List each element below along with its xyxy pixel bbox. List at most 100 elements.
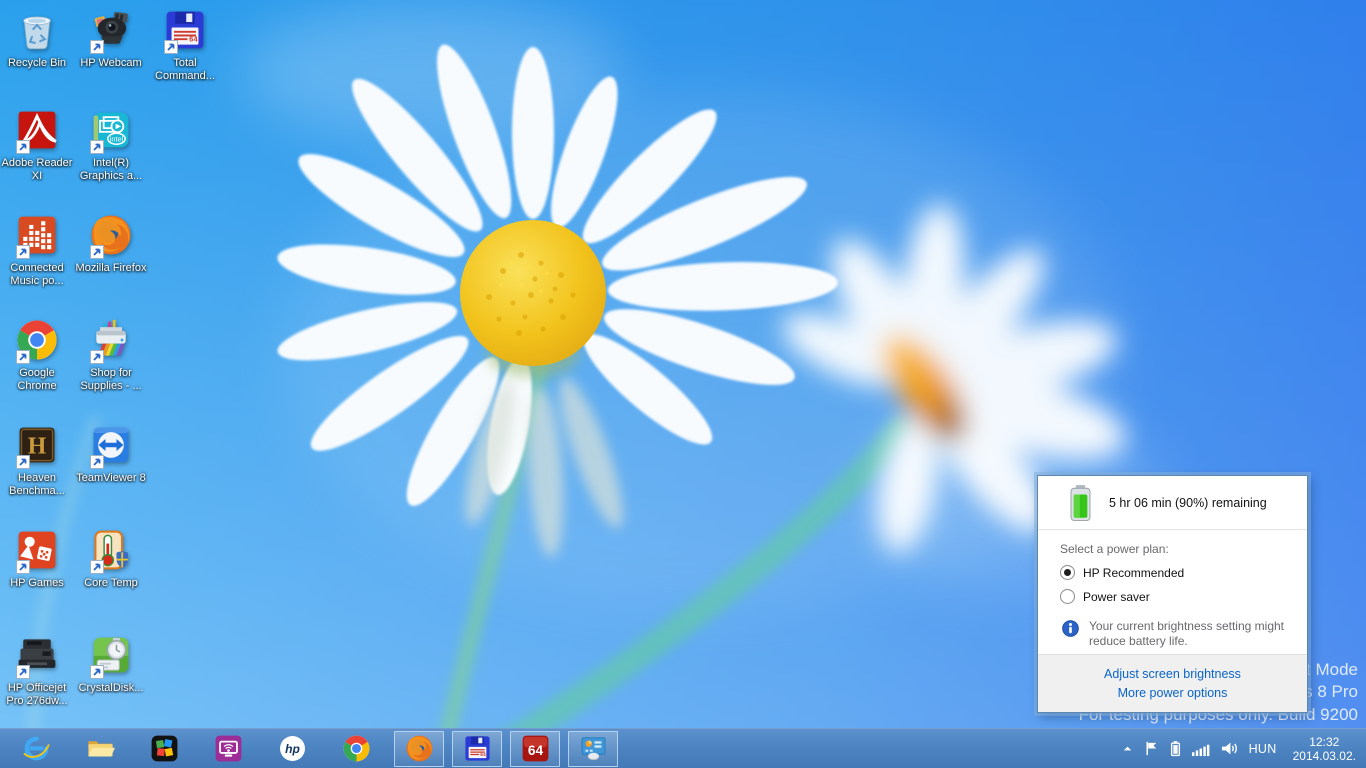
equalizer-icon — [15, 213, 60, 258]
battery-icon — [1068, 484, 1093, 522]
taskbar-button-photo-puzzle-app[interactable] — [144, 729, 184, 768]
desktop-icon-hp-officejet-pro[interactable]: HP Officejet Pro 276dw... — [0, 633, 74, 708]
desktop-icon-label: HP Webcam — [74, 57, 148, 70]
action-center-flag-icon[interactable] — [1143, 740, 1160, 757]
desktop-icon-label: Mozilla Firefox — [74, 262, 148, 275]
taskbar-button-aida64[interactable]: 64 — [510, 731, 560, 767]
desktop-icon-grid: Recycle BinHP Webcam 64 Total Command... Ad… — [0, 0, 240, 728]
shortcut-arrow-icon — [90, 245, 104, 259]
radio-unselected-icon[interactable] — [1060, 589, 1075, 604]
desktop-icon-hp-games[interactable]: HP Games — [0, 528, 74, 590]
language-indicator[interactable]: HUN — [1249, 742, 1277, 756]
windows8-desktop: Test Mode Windows 8 Pro For testing purp… — [0, 0, 1366, 768]
thermometer-icon — [89, 528, 134, 573]
desktop-icon-mozilla-firefox[interactable]: Mozilla Firefox — [74, 213, 148, 275]
system-tray: HUN 12:32 2014.03.02. — [1122, 735, 1366, 763]
svg-text:hp: hp — [285, 742, 300, 756]
shortcut-arrow-icon — [16, 350, 30, 364]
crystaldisk-icon — [89, 633, 134, 678]
taskbar-button-system-utility[interactable] — [568, 731, 618, 767]
teamviewer-icon — [89, 423, 134, 468]
desktop-icon-shop-for-supplies[interactable]: Shop for Supplies - ... — [74, 318, 148, 393]
recycle-bin-icon — [15, 8, 60, 53]
shortcut-arrow-icon — [16, 560, 30, 574]
more-power-options-link[interactable]: More power options — [1118, 686, 1228, 700]
desktop-icon-label: CrystalDisk... — [74, 682, 148, 695]
shortcut-arrow-icon — [90, 665, 104, 679]
select-power-plan-label: Select a power plan: — [1060, 542, 1293, 556]
desktop-icon-label: HP Games — [0, 577, 74, 590]
clock-date: 2014.03.02. — [1293, 749, 1356, 763]
desktop-icon-label: Total Command... — [148, 57, 222, 83]
desktop-icon-connected-music[interactable]: Connected Music po... — [0, 213, 74, 288]
svg-text:64: 64 — [189, 37, 198, 45]
desktop-icon-hp-webcam[interactable]: HP Webcam — [74, 8, 148, 70]
desktop-icon-recycle-bin[interactable]: Recycle Bin — [0, 8, 74, 70]
shortcut-arrow-icon — [90, 560, 104, 574]
taskbar-button-wireless-display-app[interactable] — [208, 729, 248, 768]
shortcut-arrow-icon — [16, 455, 30, 469]
taskbar-button-internet-explorer[interactable] — [16, 729, 56, 768]
desktop-icon-label: TeamViewer 8 — [74, 472, 148, 485]
desktop-icon-teamviewer-8[interactable]: TeamViewer 8 — [74, 423, 148, 485]
desktop-icon-label: Connected Music po... — [0, 262, 74, 288]
taskbar-button-mozilla-firefox[interactable] — [394, 731, 444, 767]
shortcut-arrow-icon — [90, 455, 104, 469]
taskbar-button-file-explorer[interactable] — [80, 729, 120, 768]
chrome-icon — [15, 318, 60, 363]
power-plan-hp-recommended[interactable]: HP Recommended — [1060, 565, 1293, 580]
info-icon — [1062, 620, 1079, 637]
battery-tray-icon[interactable] — [1170, 740, 1181, 757]
printer-color-icon — [89, 318, 134, 363]
taskbar-button-google-chrome[interactable] — [336, 729, 376, 768]
svg-text:64: 64 — [527, 743, 543, 758]
volume-speaker-icon[interactable] — [1220, 740, 1239, 757]
battery-status-text: 5 hr 06 min (90%) remaining — [1109, 496, 1267, 510]
desktop-icon-core-temp[interactable]: Core Temp — [74, 528, 148, 590]
firefox-icon — [89, 213, 134, 258]
taskbar-pinned: hp — [16, 729, 376, 768]
desktop-icon-total-commander[interactable]: 64 Total Command... — [148, 8, 222, 83]
radio-selected-icon[interactable] — [1060, 565, 1075, 580]
taskbar-button-total-commander[interactable]: 64 — [452, 731, 502, 767]
power-plan-power-saver[interactable]: Power saver — [1060, 589, 1293, 604]
taskbar-running: 64 64 — [394, 731, 618, 767]
shortcut-arrow-icon — [90, 350, 104, 364]
taskbar: hp 64 64 HUN 12:32 2014.03.02. — [0, 728, 1366, 768]
clock-time: 12:32 — [1293, 735, 1356, 749]
shortcut-arrow-icon — [16, 665, 30, 679]
taskbar-button-hp-support[interactable]: hp — [272, 729, 312, 768]
firefox-icon — [405, 734, 434, 763]
network-signal-icon[interactable] — [1191, 740, 1210, 757]
desktop-icon-google-chrome[interactable]: Google Chrome — [0, 318, 74, 393]
desktop-icon-adobe-reader-xi[interactable]: Adobe Reader XI — [0, 108, 74, 183]
desktop-icon-label: Recycle Bin — [0, 57, 74, 70]
hp-icon: hp — [278, 734, 307, 763]
shortcut-arrow-icon — [16, 245, 30, 259]
desktop-icon-label: Heaven Benchma... — [0, 472, 74, 498]
desktop-icon-label: HP Officejet Pro 276dw... — [0, 682, 74, 708]
shortcut-arrow-icon — [90, 140, 104, 154]
svg-text:H: H — [28, 434, 47, 460]
show-hidden-icons-button[interactable] — [1122, 743, 1133, 754]
printer-black-icon — [15, 633, 60, 678]
games-icon — [15, 528, 60, 573]
desktop-icon-label: Core Temp — [74, 577, 148, 590]
sysconfig-icon — [579, 734, 608, 763]
power-flyout: 5 hr 06 min (90%) remaining Select a pow… — [1037, 475, 1308, 713]
puzzle-icon — [150, 734, 179, 763]
shortcut-arrow-icon — [90, 40, 104, 54]
webcam-icon — [89, 8, 134, 53]
desktop-icon-label: Intel(R) Graphics a... — [74, 157, 148, 183]
desktop-icon-heaven-benchmark[interactable]: H Heaven Benchma... — [0, 423, 74, 498]
cast-icon — [214, 734, 243, 763]
floppy-icon: 64 — [463, 734, 492, 763]
battery-status-row: 5 hr 06 min (90%) remaining — [1038, 476, 1307, 530]
desktop-icon-crystaldiskinfo[interactable]: CrystalDisk... — [74, 633, 148, 695]
clock[interactable]: 12:32 2014.03.02. — [1293, 735, 1356, 763]
aida64-icon: 64 — [521, 734, 550, 763]
adjust-screen-brightness-link[interactable]: Adjust screen brightness — [1104, 667, 1241, 681]
power-plan-label: Power saver — [1083, 590, 1150, 604]
power-plan-label: HP Recommended — [1083, 566, 1184, 580]
desktop-icon-intel-graphics[interactable]: intelIntel(R) Graphics a... — [74, 108, 148, 183]
